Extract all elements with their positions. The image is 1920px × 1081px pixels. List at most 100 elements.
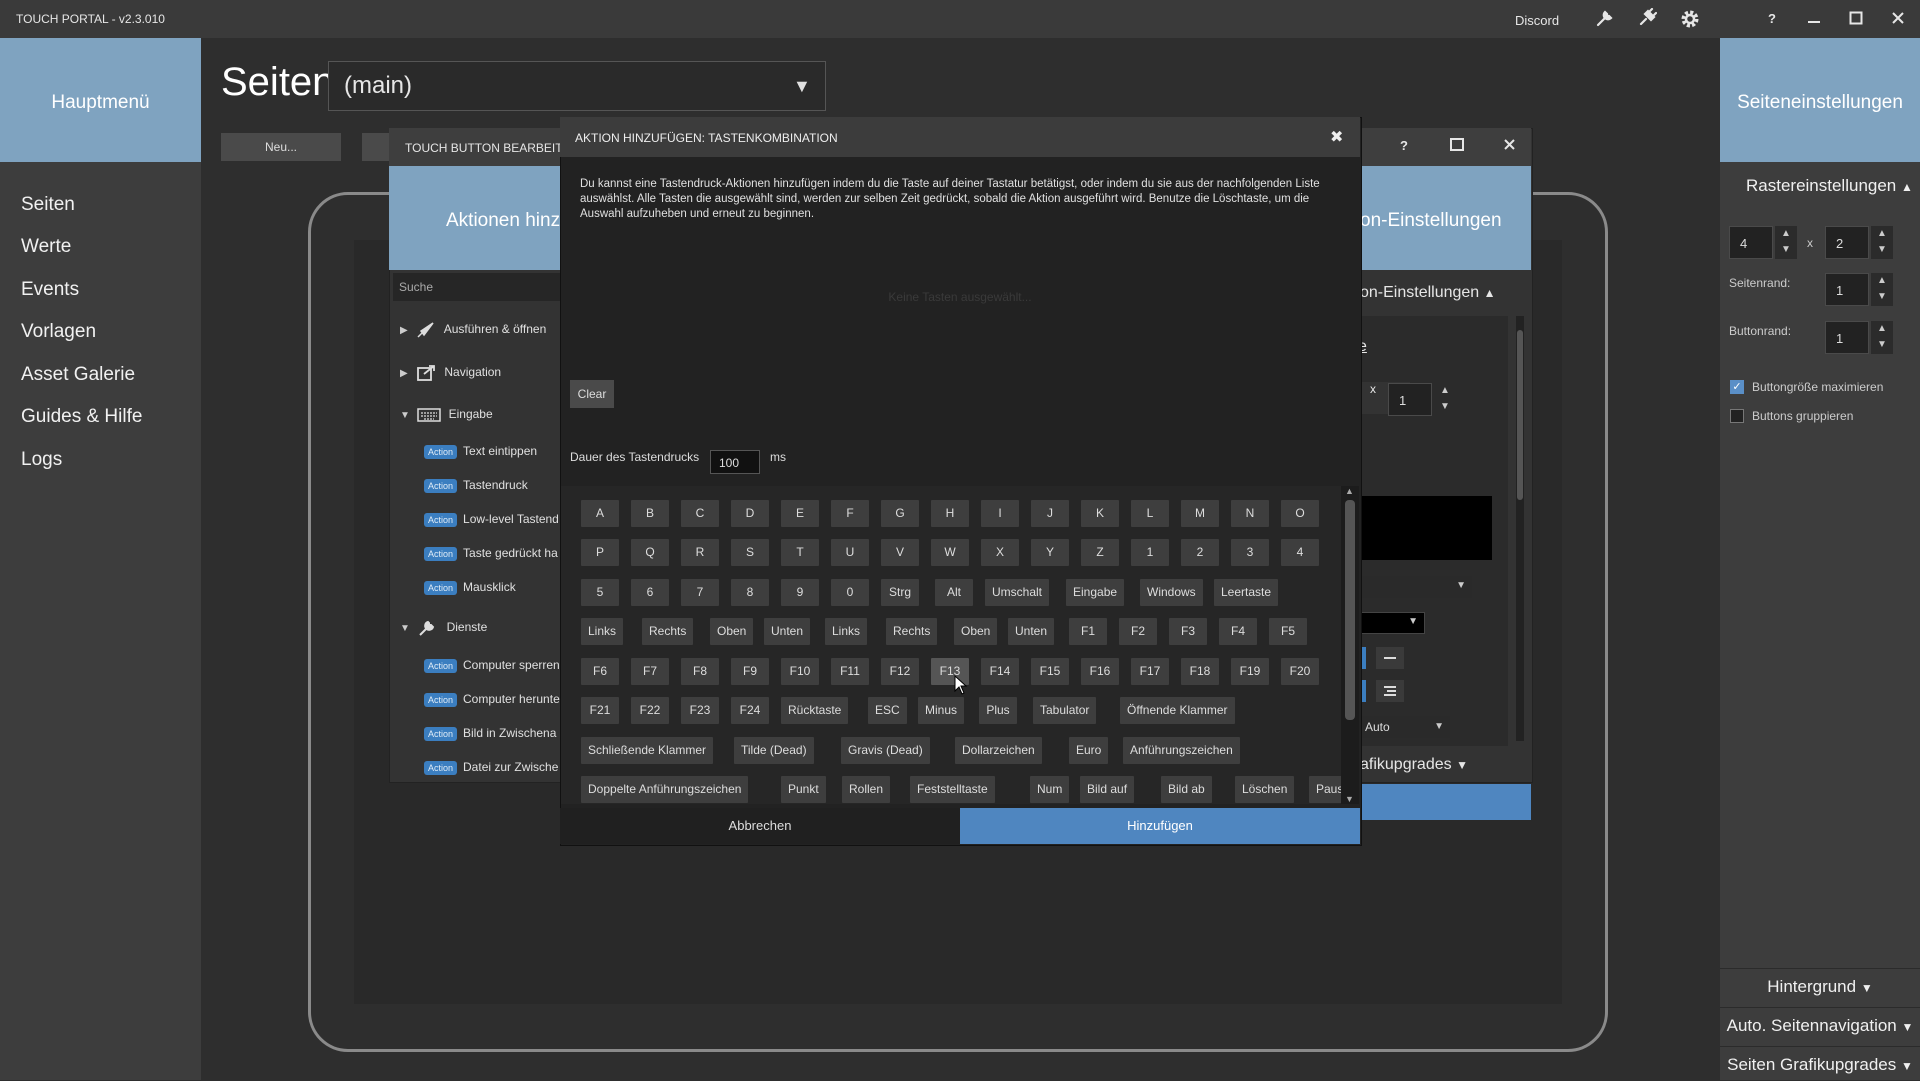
key-button[interactable]: Y — [1031, 539, 1069, 566]
key-button[interactable]: S — [731, 539, 769, 566]
size-height-input[interactable]: 1 — [1388, 383, 1432, 416]
key-button[interactable]: 3 — [1231, 539, 1269, 566]
key-button[interactable]: Dollarzeichen — [955, 737, 1042, 764]
key-button[interactable]: F16 — [1081, 658, 1119, 685]
text-color-select[interactable]: ▼ — [1360, 612, 1425, 634]
align-center-button[interactable] — [1376, 647, 1404, 669]
key-button[interactable]: Gravis (Dead) — [841, 737, 930, 764]
nav-item-asset-galerie[interactable]: Asset Galerie — [21, 364, 135, 386]
key-button[interactable]: Leertaste — [1214, 579, 1279, 606]
key-button[interactable]: W — [931, 539, 969, 566]
key-button[interactable]: F12 — [881, 658, 919, 685]
key-button[interactable]: 5 — [581, 579, 619, 606]
key-button[interactable]: 2 — [1181, 539, 1219, 566]
key-button[interactable]: F1 — [1069, 618, 1107, 645]
key-button[interactable]: Oben — [710, 618, 754, 645]
key-button[interactable]: ESC — [868, 697, 907, 724]
edit-maximize-icon[interactable] — [1450, 138, 1464, 155]
key-button[interactable]: Oben — [954, 618, 998, 645]
duration-input[interactable]: 100 — [710, 450, 760, 474]
key-button[interactable]: Num — [1030, 776, 1070, 803]
nav-item-guides[interactable]: Guides & Hilfe — [21, 406, 142, 428]
action-low-level[interactable]: Action Low-level Tastend — [424, 512, 559, 527]
key-button[interactable]: Rechts — [642, 618, 694, 645]
action-computer-herunterfahren[interactable]: Action Computer herunte — [424, 692, 560, 707]
key-button[interactable]: Euro — [1069, 737, 1109, 764]
auto-size-select[interactable]: Auto ▼ — [1360, 716, 1450, 738]
key-button[interactable]: F20 — [1281, 658, 1319, 685]
key-button[interactable]: Minus — [918, 697, 965, 724]
key-button[interactable]: F15 — [1031, 658, 1069, 685]
key-button[interactable]: X — [981, 539, 1019, 566]
gear-icon[interactable] — [1678, 8, 1702, 30]
key-button[interactable]: L — [1131, 500, 1169, 527]
nav-item-logs[interactable]: Logs — [21, 449, 62, 471]
action-mausklick[interactable]: Action Mausklick — [424, 580, 516, 595]
page-margin-spinner[interactable]: ▲ ▼ — [1871, 273, 1893, 306]
page-margin-input[interactable]: 1 — [1825, 273, 1869, 306]
nav-item-events[interactable]: Events — [21, 279, 79, 301]
key-button[interactable]: F4 — [1219, 618, 1257, 645]
key-button[interactable]: F19 — [1231, 658, 1269, 685]
key-button[interactable]: F11 — [831, 658, 869, 685]
key-button[interactable]: D — [731, 500, 769, 527]
key-button[interactable]: I — [981, 500, 1019, 527]
key-button[interactable]: Unten — [1008, 618, 1055, 645]
maximize-icon[interactable] — [1844, 8, 1868, 30]
key-button[interactable]: Links — [825, 618, 868, 645]
add-button[interactable]: Hinzufügen — [960, 808, 1360, 844]
button-graphics-upgrades-section[interactable]: afikupgrades ▼ — [1360, 756, 1468, 774]
key-button[interactable]: F7 — [631, 658, 669, 685]
key-button[interactable]: Rücktaste — [781, 697, 849, 724]
key-button[interactable]: T — [781, 539, 819, 566]
scroll-down-icon[interactable]: ▼ — [1345, 794, 1354, 804]
key-button[interactable]: K — [1081, 500, 1119, 527]
plugin-icon[interactable] — [1635, 7, 1659, 30]
settings-scroll-thumb[interactable] — [1517, 330, 1523, 500]
key-button[interactable]: F23 — [681, 697, 719, 724]
key-button[interactable]: Alt — [935, 579, 973, 606]
wrench-icon[interactable] — [1593, 8, 1617, 30]
scroll-up-icon[interactable]: ▲ — [1345, 486, 1354, 496]
key-button[interactable]: Feststelltaste — [910, 776, 995, 803]
action-bild-zwischenablage[interactable]: Action Bild in Zwischena — [424, 726, 556, 741]
key-button[interactable]: C — [681, 500, 719, 527]
key-button[interactable]: J — [1031, 500, 1069, 527]
key-button[interactable]: Z — [1081, 539, 1119, 566]
key-button[interactable]: A — [581, 500, 619, 527]
key-button[interactable]: Löschen — [1235, 776, 1295, 803]
clear-button[interactable]: Clear — [570, 380, 614, 408]
key-button[interactable]: F14 — [981, 658, 1019, 685]
tree-category-dienste[interactable]: ▼ Dienste — [400, 618, 487, 638]
key-button[interactable]: 1 — [1131, 539, 1169, 566]
minimize-icon[interactable] — [1802, 8, 1826, 30]
key-button[interactable]: Q — [631, 539, 669, 566]
cancel-button[interactable]: Abbrechen — [560, 808, 960, 844]
grid-rows-spinner[interactable]: ▲ ▼ — [1871, 226, 1893, 259]
button-margin-spinner[interactable]: ▲ ▼ — [1871, 321, 1893, 354]
group-checkbox[interactable] — [1730, 409, 1744, 423]
nav-item-werte[interactable]: Werte — [21, 236, 71, 258]
key-button[interactable]: F — [831, 500, 869, 527]
tree-category-eingabe[interactable]: ▼ Eingabe — [400, 407, 493, 423]
key-button[interactable]: F17 — [1131, 658, 1169, 685]
key-button[interactable]: F3 — [1169, 618, 1207, 645]
action-taste-gedrueckt[interactable]: Action Taste gedrückt ha — [424, 546, 558, 561]
key-button[interactable]: E — [781, 500, 819, 527]
dialog-close-icon[interactable]: ✖ — [1330, 127, 1343, 147]
key-button[interactable]: Schließende Klammer — [581, 737, 714, 764]
key-button[interactable]: 7 — [681, 579, 719, 606]
grid-cols-input[interactable]: 4 — [1729, 226, 1773, 259]
key-button[interactable]: Strg — [881, 579, 919, 606]
key-button[interactable]: 8 — [731, 579, 769, 606]
key-button[interactable]: H — [931, 500, 969, 527]
color-preview[interactable] — [1360, 496, 1492, 560]
nav-item-seiten[interactable]: Seiten — [21, 194, 75, 216]
key-button[interactable]: Anführungszeichen — [1123, 737, 1240, 764]
key-button[interactable]: G — [881, 500, 919, 527]
page-graphics-section[interactable]: Seiten Grafikupgrades ▼ — [1720, 1046, 1920, 1081]
action-tastendruck[interactable]: Action Tastendruck — [424, 478, 528, 493]
tree-category-run-open[interactable]: ▶ Ausführen & öffnen — [400, 320, 546, 340]
key-button[interactable]: Windows — [1140, 579, 1203, 606]
edit-help-icon[interactable]: ? — [1400, 138, 1408, 153]
